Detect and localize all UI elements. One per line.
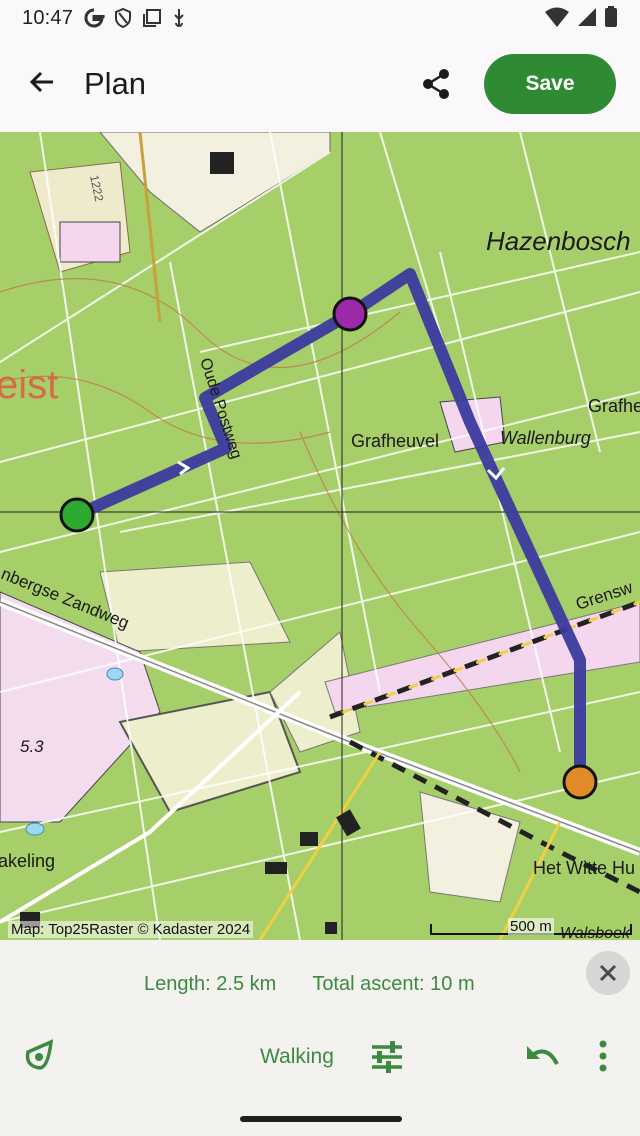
- map-canvas[interactable]: Hazenbosch eist Grafheuvel Wallenburg Gr…: [0, 132, 640, 940]
- gesture-nav-handle[interactable]: [240, 1116, 402, 1122]
- route-stats: Length: 2.5 km Total ascent: 10 m: [144, 973, 475, 996]
- arrow-left-icon: [29, 71, 53, 93]
- tune-icon: [372, 1041, 402, 1073]
- back-button[interactable]: [22, 62, 62, 102]
- map-attribution: Map: Top25Raster © Kadaster 2024: [8, 921, 254, 938]
- more-options-button[interactable]: [590, 1038, 616, 1074]
- map-label-height: 5.3: [20, 737, 44, 756]
- status-bar: 10:47: [0, 0, 640, 36]
- share-icon: [423, 69, 449, 99]
- signal-icon: [578, 8, 596, 26]
- more-vert-icon: [599, 1040, 607, 1072]
- map-view[interactable]: Hazenbosch eist Grafheuvel Wallenburg Gr…: [0, 132, 640, 940]
- route-via-marker[interactable]: [332, 296, 368, 332]
- status-system-icons: [544, 6, 618, 28]
- undo-button[interactable]: [524, 1040, 560, 1074]
- page-title: Plan: [84, 66, 147, 101]
- routing-mode-label[interactable]: Walking: [260, 1045, 334, 1069]
- map-label-grafhe: Grafhe: [588, 396, 640, 416]
- map-label-zeist: eist: [0, 363, 58, 407]
- map-scale-label: 500 m: [508, 918, 554, 935]
- walking-route-icon: [25, 1039, 54, 1070]
- save-button[interactable]: Save: [484, 54, 616, 114]
- route-total-ascent: Total ascent: 10 m: [312, 973, 475, 995]
- close-icon: [599, 964, 617, 982]
- route-end-marker[interactable]: [562, 764, 598, 800]
- map-scale-bar: 500 m: [430, 918, 632, 938]
- map-label-grafheuvel: Grafheuvel: [351, 431, 439, 451]
- route-length: Length: 2.5 km: [144, 973, 277, 995]
- app-bar: Plan Save: [0, 36, 640, 132]
- google-icon: [84, 8, 105, 28]
- routing-settings-button[interactable]: [370, 1040, 404, 1074]
- close-panel-button[interactable]: [586, 951, 630, 995]
- undo-icon: [527, 1046, 559, 1065]
- usb-debug-icon: [174, 9, 184, 27]
- map-label-wallenburg: Wallenburg: [500, 428, 591, 448]
- copy-icon: [143, 9, 162, 27]
- battery-icon: [605, 6, 617, 27]
- route-toolbar: Walking: [0, 1030, 640, 1082]
- map-label-witte-huis: Het Witte Hu: [533, 858, 635, 878]
- shield-icon: [115, 7, 132, 29]
- share-button[interactable]: [414, 62, 458, 106]
- status-notification-icons: [83, 7, 187, 29]
- route-info-panel: Length: 2.5 km Total ascent: 10 m Walkin…: [0, 940, 640, 1136]
- map-label-keling: akeling: [0, 851, 55, 871]
- status-time: 10:47: [22, 6, 74, 29]
- wifi-icon: [545, 7, 569, 27]
- map-label-hazenbosch: Hazenbosch: [486, 226, 631, 256]
- route-start-marker[interactable]: [59, 497, 95, 533]
- route-mode-button[interactable]: [22, 1038, 56, 1072]
